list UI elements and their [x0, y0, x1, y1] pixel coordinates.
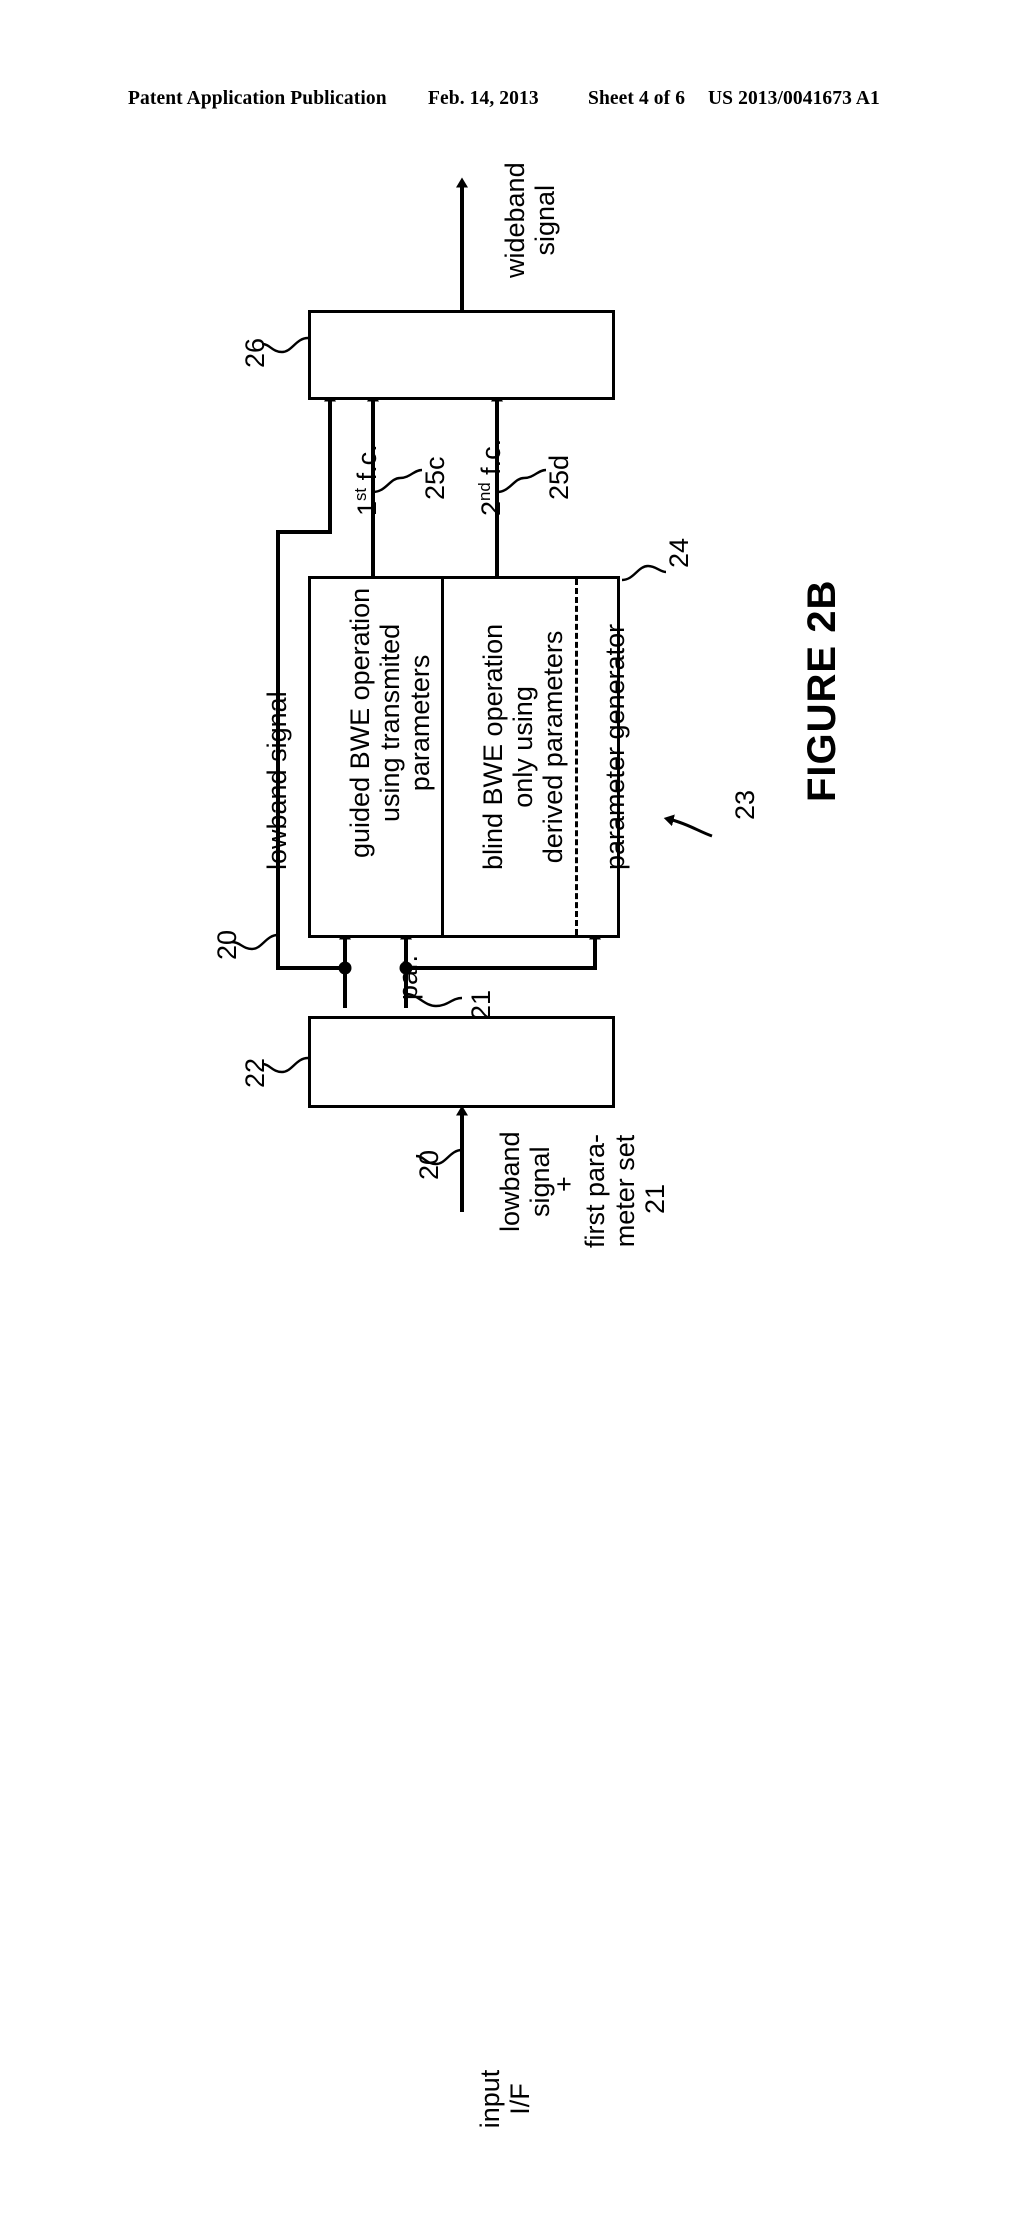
reference-21-input: 21 — [640, 1183, 670, 1214]
blind-bwe-line2: only using — [508, 686, 539, 808]
second-fc-superscript: nd — [475, 482, 494, 501]
reference-23: 23 — [730, 789, 760, 820]
input-if-line2: I/F — [505, 2083, 536, 2115]
input-params-line1: first para- — [580, 1133, 610, 1248]
first-fc-label: 1st f.c. — [351, 444, 382, 516]
second-fc-prefix: 2 — [476, 500, 506, 516]
reference-25c: 25c — [420, 456, 450, 500]
wideband-signal-line2: signal — [530, 184, 561, 256]
second-fc-suffix: f.c. — [476, 438, 506, 483]
input-if-line1: input — [475, 2069, 505, 2129]
blind-bwe-label: blind BWE operation only using derived p… — [478, 624, 569, 870]
input-signal-plus: + — [549, 1176, 579, 1192]
combiner-block[interactable]: com- biner — [308, 310, 615, 715]
par-to-generator-path — [406, 929, 601, 970]
parameter-generator-label: parameter generator — [600, 624, 630, 870]
reference-24: 24 — [664, 537, 694, 568]
input-signal-label: lowband signal — [495, 1131, 555, 1232]
section-divider-dashed — [575, 579, 578, 935]
input-params-line2: meter set — [610, 1134, 641, 1248]
reference-20-input: 20 — [414, 1149, 444, 1180]
second-fc-label: 2nd f.c. — [475, 438, 506, 516]
par-label: par. — [393, 954, 423, 1000]
section-divider-solid — [441, 579, 444, 935]
reference-25d: 25d — [544, 454, 574, 500]
pointer-arrow-23 — [663, 814, 713, 838]
first-fc-suffix: f.c. — [352, 444, 382, 488]
blind-bwe-line1: blind BWE operation — [478, 623, 508, 870]
figure-2b-diagram: com- biner 26 wideband signal 1st f.c. 2… — [0, 0, 1024, 2128]
parameter-generator-line1: parameter generator — [600, 623, 630, 870]
wideband-signal-line1: wideband — [500, 162, 530, 278]
input-params-label: first para- meter set — [580, 1134, 640, 1248]
input-interface-block[interactable]: input I/F — [308, 1016, 615, 2128]
leader-24 — [621, 564, 667, 582]
lowband-signal-internal-label: lowband signal — [262, 691, 292, 870]
input-signal-line1: lowband — [495, 1131, 525, 1232]
reference-20-internal: 20 — [212, 929, 242, 960]
reference-22: 22 — [240, 1057, 270, 1088]
first-fc-prefix: 1 — [352, 500, 382, 516]
guided-bwe-line1: guided BWE operation — [345, 587, 375, 858]
wideband-signal-label: wideband signal — [500, 162, 560, 278]
figure-label: FIGURE 2B — [800, 579, 844, 802]
guided-bwe-line3: parameters — [405, 654, 436, 792]
first-fc-superscript: st — [351, 487, 370, 501]
junction-dot-lowband — [338, 961, 352, 975]
blind-bwe-line3: derived parameters — [538, 630, 569, 864]
guided-bwe-line2: using transmited — [375, 623, 406, 822]
guided-bwe-label: guided BWE operation using transmited pa… — [345, 588, 436, 858]
reference-26: 26 — [240, 337, 270, 368]
